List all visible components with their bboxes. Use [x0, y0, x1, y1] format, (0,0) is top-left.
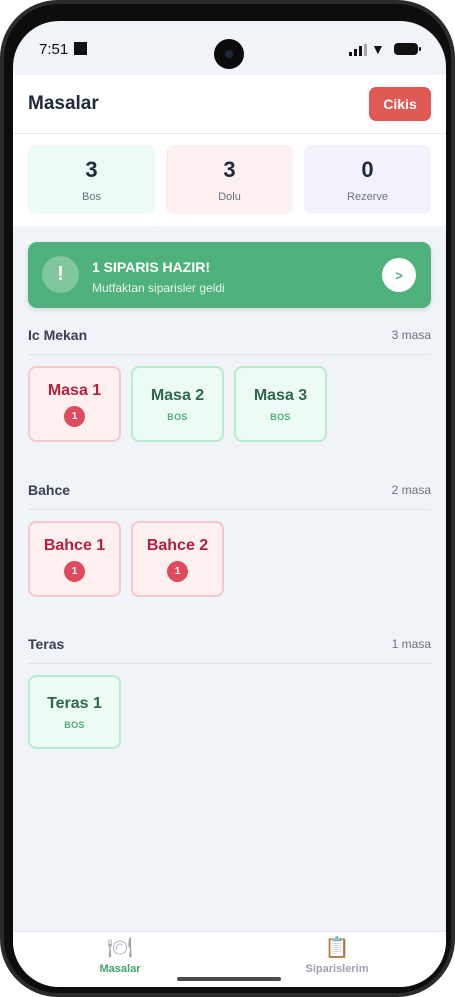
- section-title: Teras: [28, 636, 65, 652]
- app-header: Masalar Cikis: [13, 75, 446, 134]
- table-name: Masa 1: [47, 381, 102, 399]
- stat-value: 3: [223, 157, 236, 182]
- table-status: BOS: [64, 719, 85, 730]
- section-count: 3 masa: [391, 328, 431, 342]
- section-title: Ic Mekan: [28, 327, 88, 343]
- table-status: BOS: [270, 411, 291, 422]
- table-status: BOS: [167, 411, 188, 422]
- nav-item-orders[interactable]: 📋 Siparislerim: [277, 936, 397, 975]
- phone-frame: 7:51 ▼ Masalar Cikis 3 Bos 3 Dolu 0 Reze…: [0, 0, 455, 997]
- app-screen: 7:51 ▼ Masalar Cikis 3 Bos 3 Dolu 0 Reze…: [13, 21, 446, 987]
- order-ready-banner[interactable]: ! 1 SIPARIS HAZIR! Mutfaktan siparisler …: [28, 242, 431, 308]
- plate-utensils-icon: 🍽: [107, 937, 133, 959]
- table-name: Masa 2: [150, 386, 205, 404]
- nav-label: Masalar: [99, 963, 141, 975]
- section-bahce: Bahce 2 masa Bahce 1 1 Bahce 2 1: [28, 482, 431, 599]
- section-header: Bahce 2 masa: [28, 482, 431, 510]
- front-camera: [214, 39, 244, 69]
- stat-value: 3: [85, 157, 98, 182]
- section-count: 2 masa: [391, 483, 431, 497]
- section-header: Ic Mekan 3 masa: [28, 327, 431, 355]
- wifi-icon: ▼: [371, 41, 385, 57]
- stat-value: 0: [361, 157, 374, 182]
- battery-icon: [394, 43, 421, 55]
- signal-icon: [349, 44, 367, 56]
- table-tile-bahce-1[interactable]: Bahce 1 1: [28, 521, 121, 597]
- nav-item-tables[interactable]: 🍽 Masalar: [60, 936, 180, 975]
- section-count: 1 masa: [391, 637, 431, 651]
- table-grid: Bahce 1 1 Bahce 2 1: [28, 521, 431, 599]
- table-tile-masa-2[interactable]: Masa 2 BOS: [131, 366, 224, 442]
- section-ic-mekan: Ic Mekan 3 masa Masa 1 1 Masa 2 BOS Masa…: [28, 327, 431, 444]
- order-count-badge: 1: [64, 405, 85, 427]
- stat-card-occupied: 3 Dolu: [166, 145, 293, 214]
- status-time: 7:51: [39, 41, 69, 58]
- table-tile-teras-1[interactable]: Teras 1 BOS: [28, 675, 121, 749]
- table-grid: Masa 1 1 Masa 2 BOS Masa 3 BOS: [28, 366, 431, 444]
- notification-square-icon: [74, 42, 87, 55]
- banner-subtitle: Mutfaktan siparisler geldi: [92, 281, 225, 295]
- table-name: Bahce 1: [43, 536, 106, 554]
- table-name: Teras 1: [47, 694, 102, 712]
- exclamation-icon: !: [42, 256, 79, 293]
- clipboard-icon: 📋: [324, 937, 350, 959]
- table-tile-bahce-2[interactable]: Bahce 2 1: [131, 521, 224, 597]
- order-count-badge: 1: [167, 560, 188, 582]
- table-name: Masa 3: [253, 386, 308, 404]
- stat-card-empty: 3 Bos: [28, 145, 155, 214]
- table-grid: Teras 1 BOS: [28, 675, 431, 753]
- section-title: Bahce: [28, 482, 71, 498]
- logout-button[interactable]: Cikis: [369, 87, 431, 121]
- table-tile-masa-1[interactable]: Masa 1 1: [28, 366, 121, 442]
- stat-label: Bos: [82, 191, 101, 203]
- table-stats: 3 Bos 3 Dolu 0 Rezerve: [13, 134, 446, 226]
- page-title: Masalar: [28, 93, 99, 114]
- banner-title: 1 SIPARIS HAZIR!: [92, 259, 210, 275]
- home-indicator[interactable]: [177, 977, 281, 981]
- section-header: Teras 1 masa: [28, 636, 431, 664]
- nav-label: Siparislerim: [305, 963, 369, 975]
- stat-card-reserved: 0 Rezerve: [304, 145, 431, 214]
- order-count-badge: 1: [64, 560, 85, 582]
- stat-label: Dolu: [218, 191, 241, 203]
- section-teras: Teras 1 masa Teras 1 BOS: [28, 636, 431, 753]
- table-tile-masa-3[interactable]: Masa 3 BOS: [234, 366, 327, 442]
- status-bar: 7:51 ▼: [13, 21, 446, 75]
- stat-label: Rezerve: [347, 191, 388, 203]
- phone-bezel: 7:51 ▼ Masalar Cikis 3 Bos 3 Dolu 0 Reze…: [4, 4, 451, 993]
- banner-arrow-button[interactable]: >: [382, 258, 416, 292]
- table-name: Bahce 2: [146, 536, 209, 554]
